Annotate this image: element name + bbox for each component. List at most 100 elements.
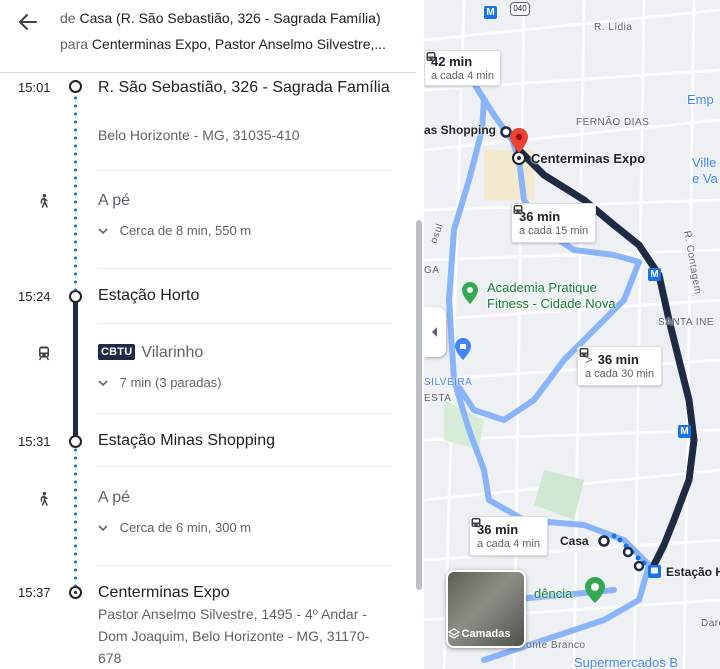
train-detail-text: 7 min (3 paradas)	[119, 375, 222, 390]
train-line-name: Vilarinho	[141, 344, 204, 361]
gym-label-line2[interactable]: Fitness - Cidade Nova	[487, 296, 616, 311]
divider	[97, 413, 392, 414]
destination-time: 15:37	[18, 585, 51, 600]
map-canvas[interactable]: 040 42 min a cada 4 min 36 min a cada 15…	[424, 0, 720, 669]
metro-station-icon[interactable]: M	[678, 425, 691, 438]
from-prefix: de	[60, 10, 76, 26]
transit-option-chip[interactable]: 42 min a cada 4 min	[424, 50, 501, 86]
chip-frequency: a cada 15 min	[519, 225, 589, 237]
origin-title[interactable]: R. São Sebastião, 326 - Sagrada Família	[98, 76, 398, 100]
origin-summary[interactable]: de Casa (R. São Sebastião, 326 - Sagrada…	[60, 10, 405, 26]
chip-duration: 36 min	[597, 352, 639, 367]
chip-duration: 36 min	[519, 209, 561, 224]
chevron-down-icon	[98, 228, 108, 235]
destination-text: Centerminas Expo, Pastor Anselmo Silvest…	[91, 36, 387, 52]
walk-detail-text: Cerca de 8 min, 550 m	[119, 223, 252, 238]
walk-icon	[40, 193, 48, 208]
bus-icon	[426, 52, 436, 61]
board-time: 15:24	[18, 289, 51, 304]
destination-pin-icon[interactable]	[510, 128, 528, 154]
directions-panel: de Casa (R. São Sebastião, 326 - Sagrada…	[0, 0, 424, 669]
walk-path-line	[74, 94, 77, 290]
alight-marker	[69, 435, 82, 448]
station-label: Estação H	[666, 565, 720, 579]
alight-station-title[interactable]: Estação Minas Shopping	[98, 429, 398, 453]
walk-icon	[40, 491, 48, 506]
destination-marker	[69, 586, 82, 599]
panel-scrollbar[interactable]	[416, 220, 422, 590]
divider	[97, 170, 392, 171]
layers-label-row: Camadas	[448, 628, 524, 640]
highway-shield: 040	[510, 2, 530, 16]
chip-frequency: a cada 30 min	[585, 368, 655, 380]
street-label: GA	[424, 265, 440, 276]
divider	[97, 565, 392, 566]
chip-frequency: a cada 4 min	[431, 70, 494, 82]
neighborhood-label: SANTA INE	[658, 317, 714, 328]
divider	[97, 466, 392, 467]
gym-label-line1[interactable]: Academia Pratique	[487, 280, 597, 295]
origin-address: Belo Horizonte - MG, 31035-410	[98, 127, 300, 143]
transit-option-chip[interactable]: 36 min a cada 4 min	[469, 516, 548, 556]
destination-label[interactable]: Centerminas Expo	[531, 151, 645, 166]
origin-text: Casa (R. São Sebastião, 326 - Sagrada Fa…	[79, 10, 381, 26]
neighborhood-label: SILVEIRA	[424, 377, 473, 388]
train-station-icon	[648, 565, 661, 578]
train-icon	[513, 205, 523, 214]
train-stops-toggle[interactable]: 7 min (3 paradas)	[98, 375, 222, 390]
walk-path-line	[74, 446, 77, 586]
place-label: e Va	[692, 171, 718, 186]
destination-address: Pastor Anselmo Silvestre, 1495 - 4º Anda…	[98, 606, 370, 666]
neighborhood-label: ESTA	[424, 393, 452, 404]
collapse-panel-button[interactable]	[424, 307, 446, 357]
divider	[97, 323, 392, 324]
street-label: R. Lídia	[594, 22, 633, 33]
place-label: dência	[534, 586, 573, 601]
walk-mode-label: A pé	[98, 192, 131, 209]
chip-frequency: a cada 4 min	[477, 538, 540, 550]
chip-duration: 36 min	[477, 522, 519, 537]
divider	[97, 268, 392, 269]
street-label: Daros	[701, 618, 720, 629]
train-icon	[579, 348, 589, 357]
chevron-left-icon	[432, 327, 437, 337]
chip-duration: 42 min	[431, 54, 473, 69]
origin-time: 15:01	[18, 80, 51, 95]
walk-details-toggle[interactable]: Cerca de 6 min, 300 m	[98, 520, 251, 535]
layers-icon	[448, 628, 460, 639]
board-station-title[interactable]: Estação Horto	[98, 284, 398, 308]
neighborhood-label: FERNÃO DIAS	[576, 117, 650, 128]
transit-option-chip[interactable]: >36 min a cada 30 min	[577, 346, 663, 386]
destination-summary[interactable]: para Centerminas Expo, Pastor Anselmo Si…	[60, 36, 405, 52]
walk-mode-label: A pé	[98, 489, 131, 506]
directions-header: de Casa (R. São Sebastião, 326 - Sagrada…	[0, 0, 416, 73]
board-marker	[69, 290, 82, 303]
street-label: Ponte Branco	[519, 640, 586, 651]
station-label: as Shopping	[424, 123, 496, 137]
train-path-line	[73, 296, 78, 436]
back-arrow-icon[interactable]	[12, 6, 44, 38]
walk-detail-text: Cerca de 6 min, 300 m	[119, 520, 252, 535]
layers-label: Camadas	[461, 628, 511, 640]
metro-station-icon[interactable]: M	[484, 6, 497, 19]
shopping-pin-icon[interactable]	[455, 338, 471, 360]
origin-marker	[69, 80, 82, 93]
chevron-down-icon	[98, 525, 108, 532]
bus-icon	[471, 518, 481, 527]
place-label: Ville	[692, 155, 717, 170]
chevron-down-icon	[98, 380, 108, 387]
origin-label[interactable]: Casa	[560, 534, 589, 548]
train-line-row[interactable]: CBTU Vilarinho	[98, 344, 203, 362]
gym-pin-icon[interactable]	[462, 282, 478, 304]
park-pin-icon	[585, 577, 605, 603]
transit-option-chip[interactable]: 36 min a cada 15 min	[511, 203, 597, 243]
place-label: Emp	[687, 92, 714, 107]
to-prefix: para	[60, 36, 89, 52]
layers-button[interactable]: Camadas	[446, 570, 526, 648]
place-label: Supermercados B	[574, 655, 679, 669]
metro-station-icon[interactable]: M	[648, 268, 661, 281]
train-icon	[38, 346, 50, 361]
alight-time: 15:31	[18, 434, 51, 449]
walk-details-toggle[interactable]: Cerca de 8 min, 550 m	[98, 223, 251, 238]
destination-title[interactable]: Centerminas Expo	[98, 581, 398, 605]
